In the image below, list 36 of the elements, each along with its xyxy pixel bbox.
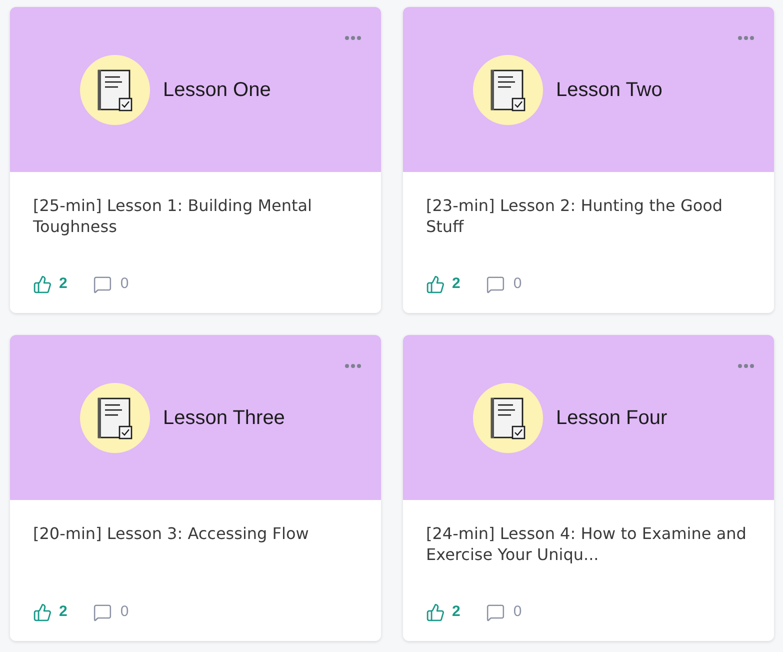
comment-icon bbox=[93, 602, 112, 622]
thumbs-up-icon bbox=[426, 602, 445, 622]
thumbs-up-icon bbox=[33, 602, 52, 622]
more-options-button[interactable] bbox=[345, 363, 361, 369]
document-checklist-icon bbox=[473, 54, 543, 124]
banner-title: Lesson Four bbox=[556, 406, 668, 430]
lesson-title-link[interactable]: [25-min] Lesson 1: Building Mental Toughness bbox=[33, 195, 363, 237]
more-options-icon bbox=[345, 36, 361, 40]
comment-button[interactable]: 0 bbox=[486, 600, 522, 624]
comment-button[interactable]: 0 bbox=[486, 272, 522, 296]
lesson-title-link[interactable]: [20-min] Lesson 3: Accessing Flow bbox=[33, 523, 363, 544]
more-options-icon bbox=[738, 36, 754, 40]
banner-title: Lesson Two bbox=[556, 78, 662, 102]
lesson-title-link[interactable]: [24-min] Lesson 4: How to Examine and Exercise Your Uniqu... bbox=[426, 523, 756, 565]
more-options-button[interactable] bbox=[738, 363, 754, 369]
thumbs-up-icon bbox=[33, 274, 52, 294]
comment-icon bbox=[486, 602, 506, 622]
comment-icon bbox=[486, 274, 506, 294]
banner-title: Lesson Three bbox=[163, 406, 285, 430]
like-button[interactable]: 2 bbox=[33, 272, 68, 296]
banner-title: Lesson One bbox=[163, 78, 271, 102]
like-button[interactable]: 2 bbox=[426, 272, 460, 296]
more-options-icon bbox=[738, 364, 754, 368]
document-checklist-icon bbox=[80, 382, 150, 452]
like-button[interactable]: 2 bbox=[426, 600, 460, 624]
comment-icon bbox=[93, 274, 112, 294]
comment-button[interactable]: 0 bbox=[93, 600, 129, 624]
comment-button[interactable]: 0 bbox=[93, 272, 129, 296]
like-button[interactable]: 2 bbox=[33, 600, 68, 624]
thumbs-up-icon bbox=[426, 274, 445, 294]
document-checklist-icon bbox=[80, 54, 150, 124]
more-options-button[interactable] bbox=[738, 35, 754, 41]
lesson-title-link[interactable]: [23-min] Lesson 2: Hunting the Good Stuff bbox=[426, 195, 756, 237]
more-options-icon bbox=[345, 364, 361, 368]
document-checklist-icon bbox=[473, 382, 543, 452]
more-options-button[interactable] bbox=[345, 35, 361, 41]
